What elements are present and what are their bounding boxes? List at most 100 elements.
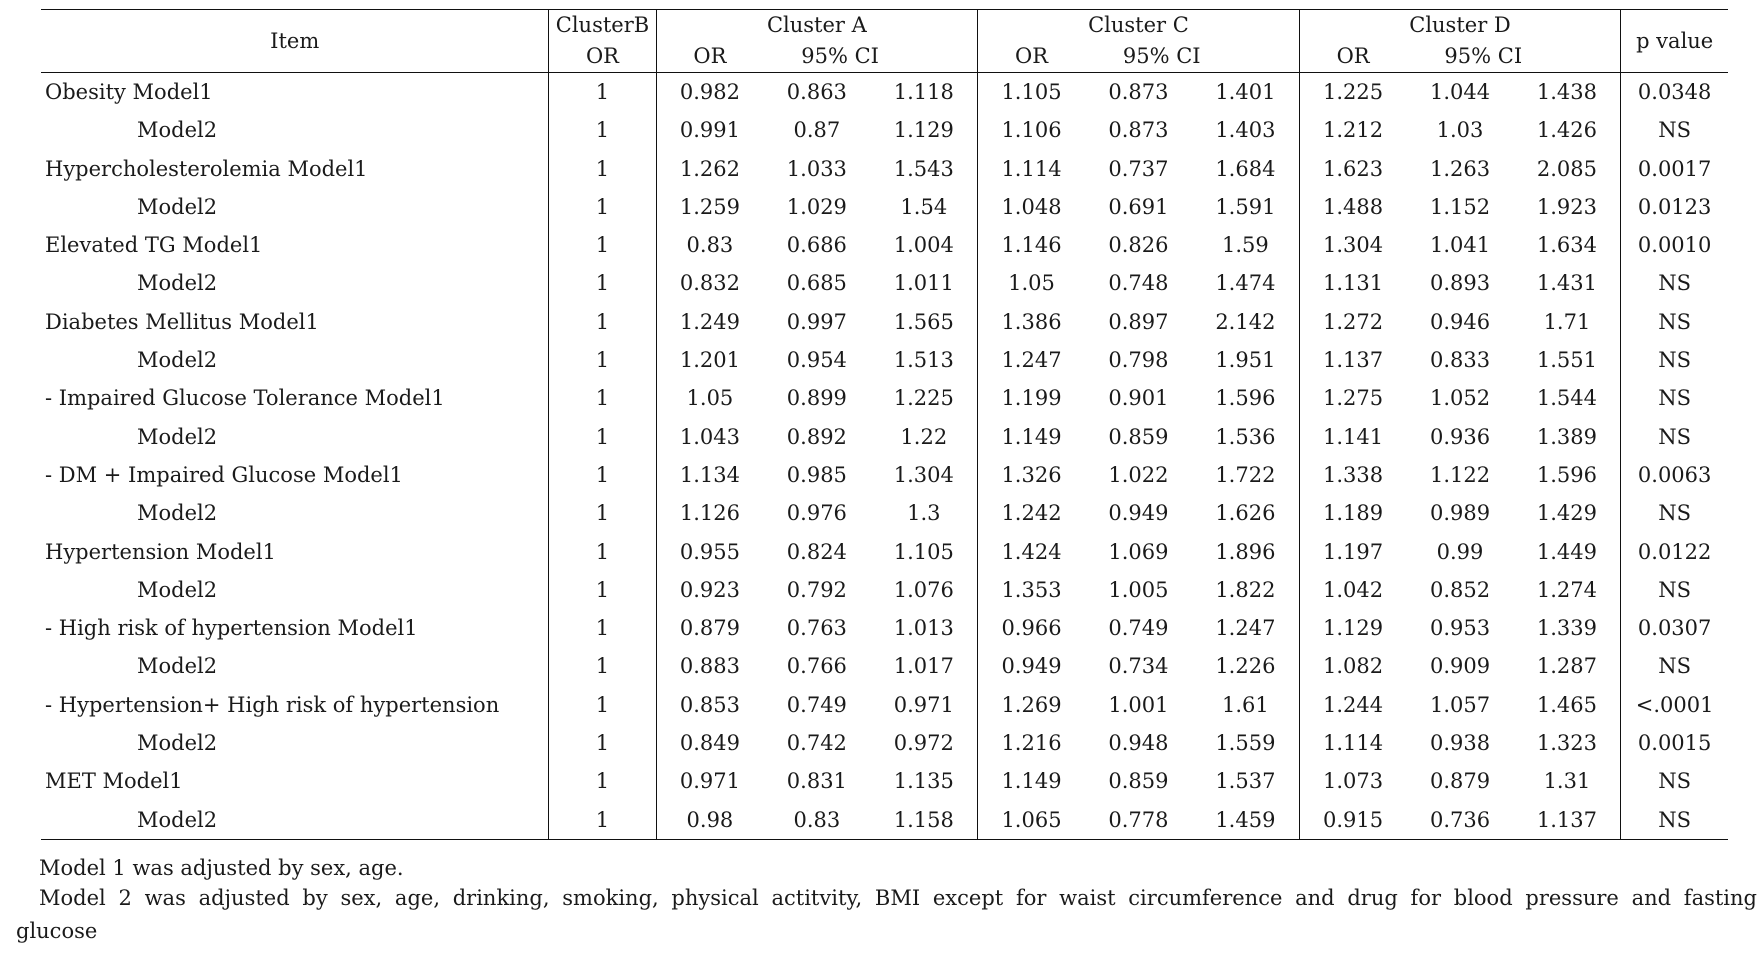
cluster-c-ci-lower: 1.001	[1108, 692, 1169, 717]
cluster-b-or: 1	[548, 226, 657, 265]
cluster-c-ci-lower: 1.069	[1108, 539, 1169, 564]
cluster-c-or: 1.424	[977, 532, 1085, 571]
cluster-a-ci-upper: 1.225	[893, 386, 954, 411]
cluster-a-ci-lower: 0.997	[786, 309, 847, 334]
cluster-b-or: 1	[548, 187, 657, 227]
cluster-d-ci-upper: 1.431	[1536, 271, 1598, 296]
cluster-a-or: 0.849	[655, 724, 764, 763]
cluster-a-or: 0.991	[655, 111, 764, 150]
cluster-a-or: 1.262	[655, 149, 764, 188]
cluster-d-or: 1.212	[1298, 111, 1407, 150]
cluster-c-or: 1.149	[977, 762, 1085, 801]
cluster-c-ci-upper: 1.226	[1215, 654, 1276, 679]
cluster-b-or: 1	[548, 609, 657, 648]
cluster-d-ci-lower: 0.938	[1429, 731, 1491, 756]
cluster-b-or: 1	[548, 647, 657, 686]
cluster-d-ci-lower: 0.833	[1429, 348, 1491, 373]
cluster-d-or: 1.197	[1298, 532, 1407, 571]
cluster-c-ci-lower: 1.005	[1108, 577, 1169, 602]
cluster-c-ci-upper: 1.59	[1222, 233, 1269, 258]
table-row: Model2 1 0.923 0.792 1.076 1.353 1.005 1.822 1.0…	[41, 570, 1728, 610]
cluster-c-or: 1.247	[977, 341, 1085, 380]
table-row: Hypertension Model1 1 0.955 0.824 1.105 1.424…	[41, 532, 1728, 571]
p-value: 0.0017	[1620, 149, 1728, 188]
cluster-c-ci-upper: 1.951	[1215, 348, 1276, 373]
cluster-b-or: 1	[548, 762, 657, 801]
cluster-c-or: 1.242	[977, 494, 1085, 533]
cluster-a-ci-lower: 1.033	[786, 156, 847, 181]
cluster-c-ci-lower: 0.873	[1108, 118, 1169, 143]
cluster-d-ci-lower: 1.044	[1429, 80, 1491, 104]
cluster-c-or: 1.106	[977, 111, 1085, 150]
cluster-d-or: 1.304	[1298, 226, 1407, 265]
p-value: 0.0010	[1620, 226, 1728, 265]
cluster-d-ci-lower: 1.152	[1429, 194, 1491, 219]
cluster-d-ci-upper: 1.71	[1543, 309, 1591, 334]
p-value: 0.0307	[1620, 609, 1728, 648]
cluster-c-or: 1.146	[977, 226, 1085, 265]
table-row: - DM + Impaired Glucose Model1 1 1.134 0.98…	[41, 455, 1728, 495]
p-value: 0.0123	[1620, 187, 1728, 227]
cluster-d-ci-upper: 2.085	[1536, 156, 1598, 181]
cluster-d-ci-lower: 1.122	[1429, 462, 1491, 487]
cluster-c-ci-upper: 1.822	[1215, 577, 1276, 602]
cluster-a-ci-upper: 1.543	[893, 156, 954, 181]
cluster-a-ci-upper: 1.004	[893, 233, 954, 258]
cluster-c-ci-lower: 0.873	[1108, 80, 1169, 104]
table-row: Model2 1 0.883 0.766 1.017 0.949 0.734 1.226 1.0…	[41, 647, 1728, 686]
cluster-d-ci-upper: 1.429	[1536, 501, 1598, 526]
cluster-d-or: 1.338	[1298, 455, 1407, 495]
cluster-d-or: 0.915	[1298, 800, 1407, 840]
cluster-b-or: 1	[548, 685, 657, 725]
cluster-a-or: 0.971	[655, 762, 764, 801]
footnote-model1: Model 1 was adjusted by sex, age.	[39, 856, 404, 880]
item-label: - DM + Impaired Glucose Model1	[45, 462, 403, 487]
p-value: NS	[1620, 570, 1728, 610]
item-label: - Hypertension+ High risk of hypertensio…	[45, 692, 500, 717]
item-label: MET Model1	[45, 769, 183, 794]
cluster-c-ci-lower: 0.691	[1108, 194, 1169, 219]
table-row: Model2 1 0.849 0.742 0.972 1.216 0.948 1.559 1.1…	[41, 724, 1728, 763]
cluster-c-ci-upper: 1.537	[1215, 769, 1276, 794]
p-value: 0.0122	[1620, 532, 1728, 571]
cluster-a-ci-upper: 1.135	[893, 769, 954, 794]
cluster-a-or: 1.134	[655, 455, 764, 495]
cluster-a-ci-upper: 1.011	[893, 271, 954, 296]
cluster-a-ci-upper: 1.513	[893, 348, 954, 373]
cluster-d-or: 1.275	[1298, 379, 1407, 418]
cluster-b-or: 1	[548, 417, 657, 456]
cluster-d-or: 1.141	[1298, 417, 1407, 456]
item-label: Diabetes Mellitus Model1	[45, 309, 319, 334]
cluster-c-ci-upper: 1.596	[1215, 386, 1276, 411]
item-label: Model2	[137, 501, 218, 526]
cluster-c-ci-upper: 1.684	[1215, 156, 1276, 181]
table-row: - High risk of hypertension Model1 1 0.879…	[41, 609, 1728, 648]
cluster-a-ci-lower: 0.763	[786, 616, 847, 641]
item-label: Model2	[41, 800, 549, 840]
cluster-a-ci-upper: 1.105	[893, 539, 954, 564]
cluster-d-or: 1.488	[1298, 187, 1407, 227]
cluster-a-ci-upper: 1.017	[893, 654, 954, 679]
cluster-d-ci-lower: 0.736	[1406, 800, 1514, 840]
cluster-c-or: 1.114	[977, 149, 1085, 188]
cluster-d-or: 1.082	[1298, 647, 1407, 686]
cluster-c-ci-upper: 1.559	[1215, 731, 1276, 756]
table-body: Obesity Model1 1 0.982 0.863 1.118 1.105 0.873…	[41, 72, 1728, 840]
p-value: NS	[1620, 379, 1728, 418]
table-row: - Impaired Glucose Tolerance Model1 1 1.05…	[41, 379, 1728, 418]
header-cluster-a-ci: 95% CI	[763, 41, 978, 73]
cluster-a-ci-upper: 0.971	[893, 692, 954, 717]
cluster-a-ci-lower: 0.985	[786, 462, 847, 487]
cluster-d-ci-upper: 1.339	[1536, 616, 1598, 641]
cluster-c-ci-lower: 0.949	[1108, 501, 1169, 526]
cluster-d-or: 1.189	[1298, 494, 1407, 533]
cluster-d-ci-lower: 1.052	[1429, 386, 1491, 411]
cluster-c-ci-lower: 0.778	[1084, 800, 1193, 840]
cluster-d-ci-upper: 1.923	[1536, 194, 1598, 219]
cluster-b-or: 1	[548, 494, 657, 533]
p-value: 0.0015	[1620, 724, 1728, 763]
cluster-a-or: 1.249	[655, 302, 764, 342]
cluster-b-or: 1	[548, 302, 657, 342]
cluster-d-ci-lower: 1.03	[1436, 118, 1484, 143]
cluster-b-or: 1	[548, 724, 657, 763]
